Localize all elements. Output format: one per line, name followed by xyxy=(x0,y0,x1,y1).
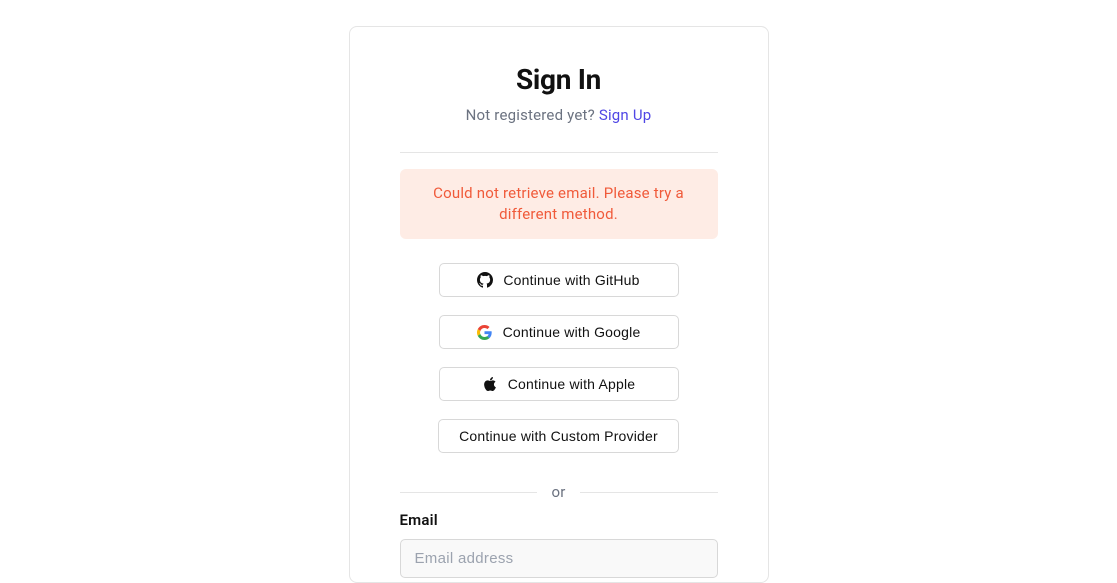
not-registered-text: Not registered yet? xyxy=(466,106,599,124)
divider-line-right xyxy=(580,492,718,493)
email-field[interactable] xyxy=(400,539,718,578)
header-divider xyxy=(400,152,718,153)
continue-google-button[interactable]: Continue with Google xyxy=(439,315,679,349)
page-title: Sign In xyxy=(400,63,718,96)
provider-list: Continue with GitHub Continue with Googl… xyxy=(400,263,718,453)
email-label: Email xyxy=(400,511,718,529)
error-alert: Could not retrieve email. Please try a d… xyxy=(400,169,718,239)
continue-apple-button[interactable]: Continue with Apple xyxy=(439,367,679,401)
google-button-label: Continue with Google xyxy=(503,324,641,340)
continue-github-button[interactable]: Continue with GitHub xyxy=(439,263,679,297)
google-icon xyxy=(477,324,493,340)
apple-icon xyxy=(482,376,498,392)
custom-button-label: Continue with Custom Provider xyxy=(459,428,658,444)
github-icon xyxy=(477,272,493,288)
apple-button-label: Continue with Apple xyxy=(508,376,636,392)
signup-link[interactable]: Sign Up xyxy=(599,106,652,124)
or-text: or xyxy=(551,483,565,501)
signin-card: Sign In Not registered yet? Sign Up Coul… xyxy=(349,26,769,583)
subtitle-row: Not registered yet? Sign Up xyxy=(400,106,718,124)
or-divider: or xyxy=(400,483,718,501)
continue-custom-button[interactable]: Continue with Custom Provider xyxy=(438,419,679,453)
github-button-label: Continue with GitHub xyxy=(503,272,639,288)
divider-line-left xyxy=(400,492,538,493)
